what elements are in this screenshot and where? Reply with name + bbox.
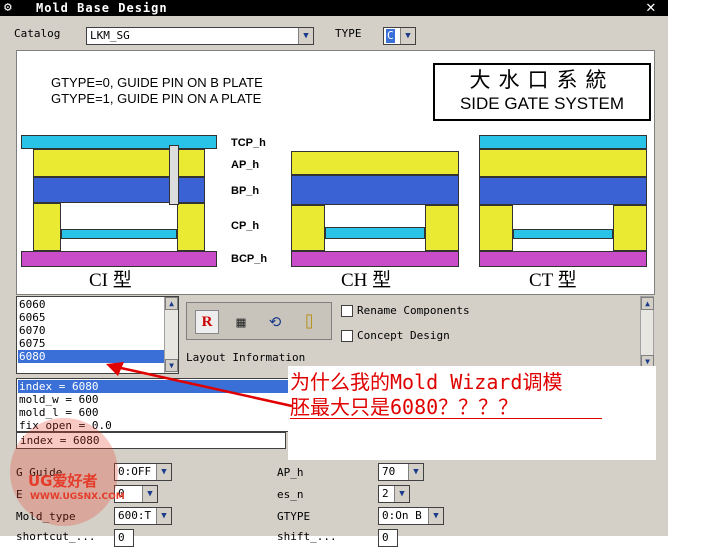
ci-b-plate bbox=[33, 177, 205, 203]
ci-guide-pin bbox=[169, 145, 179, 205]
ci-mold-drawing bbox=[21, 135, 217, 269]
gtype-line-1: GTYPE=0, GUIDE PIN ON B PLATE bbox=[51, 75, 263, 90]
ci-spacer-right bbox=[177, 203, 205, 251]
ct-b-plate bbox=[479, 177, 647, 205]
annotation-line-1: 为什么我的Mold Wizard调模 bbox=[290, 370, 563, 394]
list-item[interactable]: 6070 bbox=[18, 324, 164, 337]
param-value: 0 bbox=[382, 531, 389, 544]
ch-spacer-left bbox=[291, 205, 325, 251]
type-value: C bbox=[386, 29, 395, 43]
param-label: GTYPE bbox=[277, 510, 311, 523]
chevron-down-icon[interactable]: ▼ bbox=[156, 508, 171, 524]
options-scrollbar[interactable]: ▲ ▼ bbox=[640, 296, 654, 370]
param-label: shift_... bbox=[277, 530, 337, 543]
chevron-down-icon[interactable]: ▼ bbox=[394, 486, 409, 502]
title-bar: ⚙ Mold Base Design ✕ bbox=[0, 0, 668, 16]
plate-label-bp: BP_h bbox=[231, 185, 260, 197]
plate-label-cp: CP_h bbox=[231, 220, 260, 232]
gear-icon[interactable]: ⚙ bbox=[4, 1, 12, 15]
param-value: 0:OFF bbox=[118, 465, 152, 478]
catalog-label: Catalog bbox=[14, 27, 61, 40]
param-select[interactable]: 0 bbox=[114, 529, 134, 547]
ch-spacer-right bbox=[425, 205, 459, 251]
ct-ejector-plate bbox=[513, 229, 613, 239]
list-item[interactable]: 6060 bbox=[18, 298, 164, 311]
param-select[interactable]: 0 bbox=[378, 529, 398, 547]
scroll-up-icon[interactable]: ▲ bbox=[165, 297, 178, 310]
ct-spacer-left bbox=[479, 205, 513, 251]
param-value: 2 bbox=[382, 487, 389, 500]
type-label: TYPE bbox=[335, 27, 362, 40]
window-title: Mold Base Design bbox=[36, 1, 168, 15]
ch-b-plate bbox=[291, 175, 459, 205]
rename-components-label: Rename Components bbox=[357, 304, 470, 317]
watermark-text: UG爱好者 bbox=[28, 472, 98, 490]
ci-bottom-clamp-plate bbox=[21, 251, 217, 267]
concept-design-checkbox[interactable] bbox=[341, 330, 353, 342]
ct-top-clamp-plate bbox=[479, 135, 647, 149]
scroll-up-icon[interactable]: ▲ bbox=[641, 297, 654, 310]
chevron-down-icon[interactable]: ▼ bbox=[156, 464, 171, 480]
catalog-select[interactable]: LKM_SG ▼ bbox=[86, 27, 314, 45]
ch-ejector-plate bbox=[325, 227, 425, 239]
tool-button-group: R ▦ ⟲ ⌷ bbox=[186, 302, 332, 340]
annotation-arrow bbox=[106, 362, 293, 408]
ci-top-clamp-plate bbox=[21, 135, 217, 149]
ci-a-plate bbox=[33, 149, 205, 177]
annotation-underline bbox=[290, 418, 602, 419]
param-value: 0 bbox=[118, 531, 125, 544]
ct-a-plate bbox=[479, 149, 647, 177]
param-select[interactable]: 0:On B ▼ bbox=[378, 507, 444, 525]
chevron-down-icon[interactable]: ▼ bbox=[408, 464, 423, 480]
ct-spacer-right bbox=[613, 205, 647, 251]
param-label: es_n bbox=[277, 488, 304, 501]
system-title-box: 大水口系統 SIDE GATE SYSTEM bbox=[433, 63, 651, 121]
ch-bottom-clamp-plate bbox=[291, 251, 459, 267]
system-title-cn: 大水口系統 bbox=[469, 69, 615, 92]
chevron-down-icon[interactable]: ▼ bbox=[142, 486, 157, 502]
list-item[interactable]: 6075 bbox=[18, 337, 164, 350]
ci-spacer-left bbox=[33, 203, 61, 251]
param-select[interactable]: 0:OFF ▼ bbox=[114, 463, 172, 481]
param-label: shortcut_... bbox=[16, 530, 96, 543]
chevron-down-icon[interactable]: ▼ bbox=[428, 508, 443, 524]
param-select[interactable]: 600:T ▼ bbox=[114, 507, 172, 525]
param-select[interactable]: 70 ▼ bbox=[378, 463, 424, 481]
component-r-icon[interactable]: R bbox=[195, 310, 219, 334]
type-caption-ct: CT 型 bbox=[529, 270, 577, 291]
annotation-text: 为什么我的Mold Wizard调模 胚最大只是6080？？？？ bbox=[290, 370, 562, 420]
gtype-line-2: GTYPE=1, GUIDE PIN ON A PLATE bbox=[51, 91, 262, 106]
watermark-url: WWW.UGSNX.COM bbox=[30, 492, 125, 502]
ct-mold-drawing bbox=[479, 135, 647, 269]
param-label: AP_h bbox=[277, 466, 304, 479]
system-title-en: SIDE GATE SYSTEM bbox=[459, 94, 625, 113]
list-item[interactable]: 6065 bbox=[18, 311, 164, 324]
param-value: 0:On B bbox=[382, 509, 422, 522]
ch-mold-drawing bbox=[291, 151, 459, 269]
param-value: 600:T bbox=[118, 509, 152, 522]
type-caption-ci: CI 型 bbox=[89, 270, 132, 291]
type-select[interactable]: C ▼ bbox=[383, 27, 416, 45]
rename-components-checkbox[interactable] bbox=[341, 305, 353, 317]
annotation-line-2: 胚最大只是6080？？？？ bbox=[290, 395, 519, 419]
ci-ejector-plate bbox=[61, 229, 177, 239]
measure-icon[interactable]: ⌷ bbox=[297, 310, 321, 334]
mold-base-diagram: GTYPE=0, GUIDE PIN ON B PLATE GTYPE=1, G… bbox=[16, 50, 655, 295]
table-icon[interactable]: ▦ bbox=[229, 310, 253, 334]
catalog-value: LKM_SG bbox=[90, 29, 130, 42]
param-value: 70 bbox=[382, 465, 396, 478]
rotate-icon[interactable]: ⟲ bbox=[263, 310, 287, 334]
type-caption-ch: CH 型 bbox=[341, 270, 392, 291]
param-select[interactable]: 2 ▼ bbox=[378, 485, 410, 503]
plate-label-bcp: BCP_h bbox=[231, 253, 268, 265]
ch-a-plate bbox=[291, 151, 459, 175]
plate-label-ap: AP_h bbox=[231, 159, 260, 171]
concept-design-label: Concept Design bbox=[357, 329, 450, 342]
ct-bottom-clamp-plate bbox=[479, 251, 647, 267]
plate-label-tcp: TCP_h bbox=[231, 137, 266, 149]
chevron-down-icon[interactable]: ▼ bbox=[298, 28, 313, 44]
chevron-down-icon[interactable]: ▼ bbox=[400, 28, 415, 44]
close-icon[interactable]: ✕ bbox=[646, 0, 656, 15]
